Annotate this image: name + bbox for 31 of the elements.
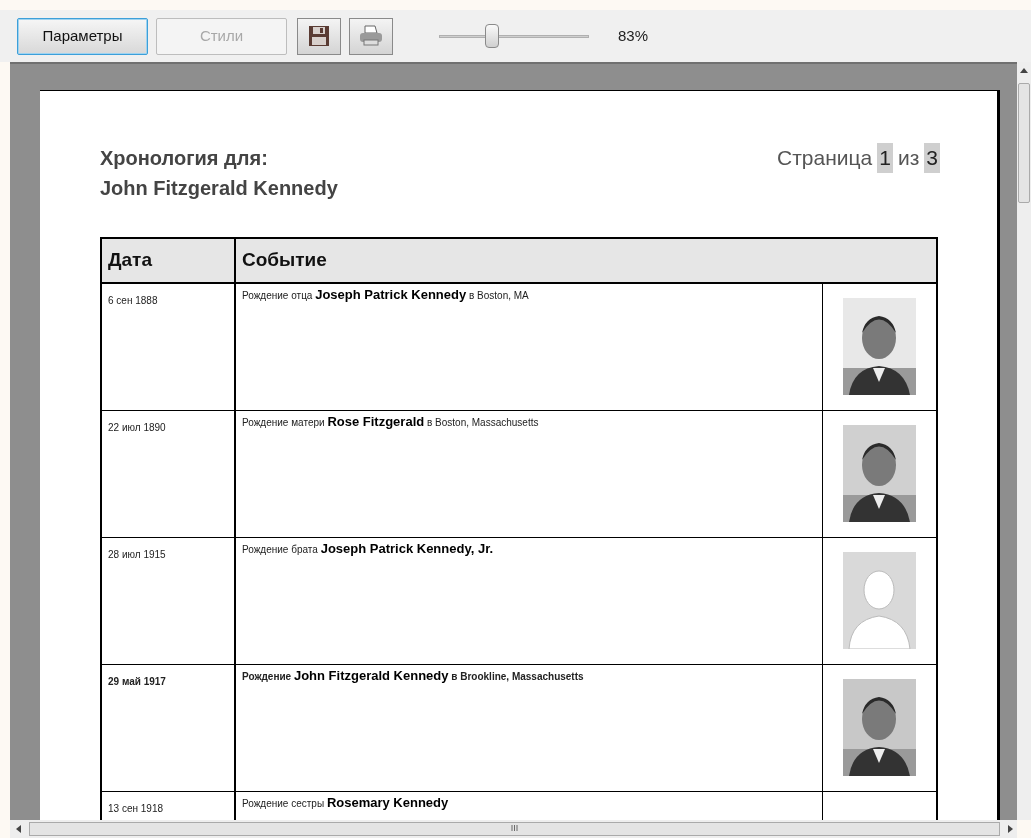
printer-icon <box>359 25 383 47</box>
scroll-right-icon[interactable] <box>1008 825 1013 833</box>
date-cell: 28 июл 1915 <box>108 549 166 560</box>
person-silhouette-icon <box>843 552 916 649</box>
scroll-thumb[interactable] <box>1018 83 1030 203</box>
toolbar-button[interactable]: Параметры <box>17 17 148 55</box>
print-button[interactable] <box>349 17 393 55</box>
report-title: Хронология для: <box>100 146 269 171</box>
zoom-slider-thumb[interactable] <box>484 24 499 48</box>
date-cell: 22 июл 1890 <box>108 422 166 433</box>
save-button[interactable] <box>297 17 341 55</box>
column-header: Дата <box>102 239 236 282</box>
page-total: 3 <box>924 143 940 173</box>
scroll-left-icon[interactable] <box>16 825 21 833</box>
page-number: 1 <box>877 143 893 173</box>
zoom-percent: 83% <box>618 25 649 46</box>
column-header: Событие <box>241 248 328 273</box>
page-label: из <box>897 145 920 171</box>
date-cell: 6 сен 1888 <box>108 295 158 306</box>
page-label: Страница <box>777 145 873 171</box>
date-cell: 29 май 1917 <box>108 676 166 687</box>
scroll-up-icon[interactable] <box>1020 68 1028 73</box>
event-text: Рождение сестры Rosemary Kennedy <box>242 798 449 809</box>
date-cell: 13 сен 1918 <box>108 803 163 814</box>
horizontal-scrollbar[interactable]: III <box>10 820 1017 838</box>
event-text: Рождение John Fitzgerald Kennedy в Brookline, Massachusetts <box>242 671 584 682</box>
event-text: Рождение отца Joseph Patrick Kennedy в Boston, MA <box>242 290 529 301</box>
event-text: Рождение матери Rose Fitzgerald в Boston, Massachusetts <box>242 417 539 428</box>
report-title: John Fitzgerald Kennedy <box>100 176 338 201</box>
scroll-thumb[interactable]: III <box>29 822 1000 836</box>
event-text: Рождение брата Joseph Patrick Kennedy, Jr. <box>242 544 494 555</box>
